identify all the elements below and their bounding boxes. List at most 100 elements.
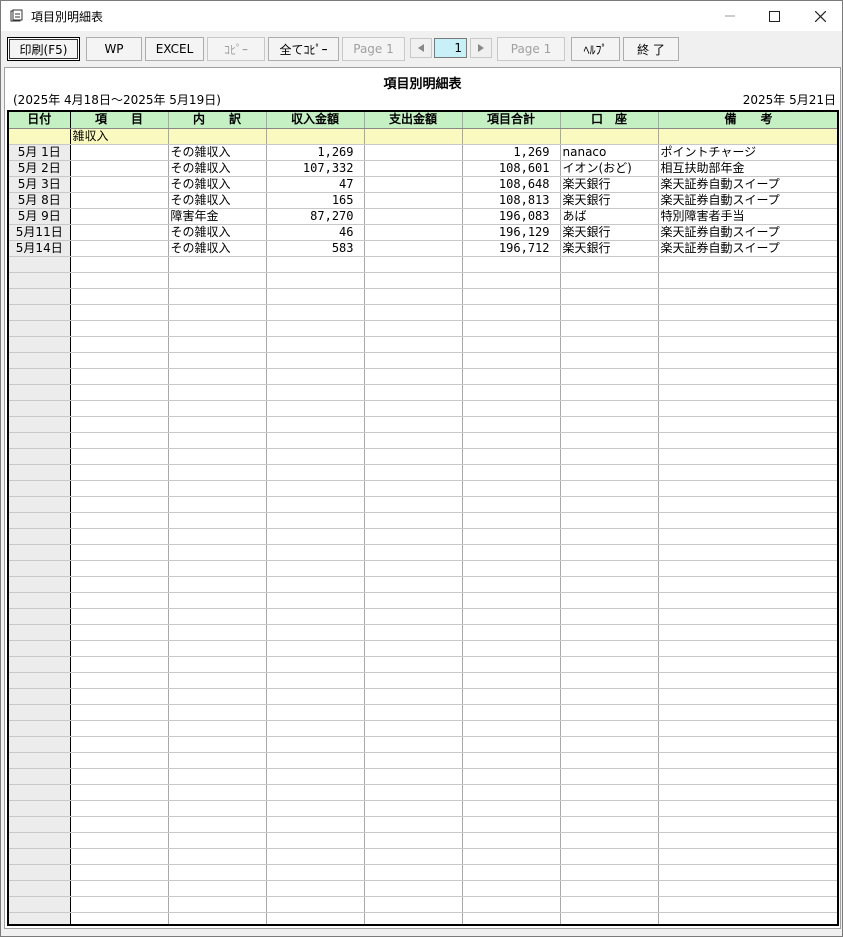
cell-date[interactable]: 5月 2日 — [9, 160, 71, 177]
cell-expense[interactable] — [364, 512, 463, 529]
cell-account[interactable] — [560, 848, 659, 865]
cell-breakdown[interactable] — [168, 592, 267, 609]
cell-expense[interactable] — [364, 320, 463, 337]
cell-date[interactable] — [9, 624, 71, 641]
cell-date[interactable] — [9, 480, 71, 497]
cell-expense[interactable] — [364, 256, 463, 273]
cell-date[interactable] — [9, 320, 71, 337]
cell-note[interactable] — [658, 848, 837, 865]
empty-row[interactable] — [9, 864, 837, 881]
cell-breakdown[interactable]: その雑収入 — [168, 240, 267, 257]
cell-income[interactable]: 165 — [266, 192, 365, 209]
table-row[interactable]: 5月 1日 その雑収入 1,269 1,269 nanaco ポイントチャージ — [9, 144, 837, 161]
cell-income[interactable] — [266, 496, 365, 513]
cell-income[interactable] — [266, 608, 365, 625]
cell-account[interactable] — [560, 400, 659, 417]
cell-income[interactable] — [266, 352, 365, 369]
cell-expense[interactable] — [364, 192, 463, 209]
table-row[interactable]: 5月 3日 その雑収入 47 108,648 楽天銀行 楽天証券自動スイープ — [9, 176, 837, 193]
cell-income[interactable] — [266, 560, 365, 577]
cell-expense[interactable] — [364, 688, 463, 705]
cell-date[interactable] — [9, 816, 71, 833]
cell-expense[interactable] — [364, 672, 463, 689]
cell-income[interactable] — [266, 688, 365, 705]
cell-item[interactable] — [70, 800, 169, 817]
cell-breakdown[interactable] — [168, 560, 267, 577]
cell-expense[interactable] — [364, 880, 463, 897]
cell-note[interactable] — [658, 880, 837, 897]
cell-total[interactable] — [462, 608, 561, 625]
cell-note[interactable] — [658, 720, 837, 737]
cell-total[interactable] — [462, 752, 561, 769]
cell-expense[interactable] — [364, 608, 463, 625]
cell-total[interactable] — [462, 304, 561, 321]
empty-row[interactable] — [9, 320, 837, 337]
cell-breakdown[interactable]: その雑収入 — [168, 192, 267, 209]
cell-breakdown[interactable] — [168, 880, 267, 897]
cell-account[interactable] — [560, 528, 659, 545]
table-row[interactable]: 5月 8日 その雑収入 165 108,813 楽天銀行 楽天証券自動スイープ — [9, 192, 837, 209]
cell-breakdown[interactable] — [168, 304, 267, 321]
empty-row[interactable] — [9, 816, 837, 833]
cell-income[interactable] — [266, 896, 365, 913]
cell-total[interactable] — [462, 656, 561, 673]
cell-note[interactable]: 特別障害者手当 — [658, 208, 837, 225]
cell-total[interactable] — [462, 256, 561, 273]
cell-date[interactable] — [9, 656, 71, 673]
empty-row[interactable] — [9, 672, 837, 689]
cell-income[interactable] — [266, 368, 365, 385]
cell-breakdown[interactable] — [168, 640, 267, 657]
cell-note[interactable] — [658, 816, 837, 833]
cell-breakdown[interactable] — [168, 656, 267, 673]
cell-date[interactable] — [9, 336, 71, 353]
cell-total[interactable] — [462, 880, 561, 897]
empty-row[interactable] — [9, 416, 837, 433]
cell-total[interactable] — [462, 864, 561, 881]
cell-date[interactable] — [9, 416, 71, 433]
cell-account[interactable] — [560, 656, 659, 673]
print-button[interactable]: 印刷(F5) — [7, 37, 80, 61]
cell-note[interactable] — [658, 800, 837, 817]
cell-date[interactable] — [9, 864, 71, 881]
header-date[interactable]: 日付 — [9, 112, 71, 129]
cell-date[interactable] — [9, 352, 71, 369]
cell-account[interactable] — [560, 640, 659, 657]
cell-date[interactable]: 5月 1日 — [9, 144, 71, 161]
cell-income[interactable] — [266, 320, 365, 337]
cell-total[interactable] — [462, 528, 561, 545]
cell-note[interactable] — [658, 400, 837, 417]
empty-row[interactable] — [9, 912, 837, 924]
cell-breakdown[interactable] — [168, 400, 267, 417]
cell-income[interactable]: 46 — [266, 224, 365, 241]
cell-expense[interactable] — [364, 304, 463, 321]
cell-item[interactable] — [70, 864, 169, 881]
cell-account[interactable]: 楽天銀行 — [560, 176, 659, 193]
cell-item[interactable] — [70, 816, 169, 833]
cell-note[interactable] — [658, 384, 837, 401]
page-prev-button[interactable] — [410, 38, 432, 58]
page-next-button[interactable] — [470, 38, 492, 58]
cell-expense[interactable] — [364, 896, 463, 913]
cell-item[interactable] — [70, 176, 169, 193]
cell-breakdown[interactable] — [168, 128, 267, 145]
cell-income[interactable]: 107,332 — [266, 160, 365, 177]
wp-button[interactable]: WP — [86, 37, 142, 61]
cell-date[interactable]: 5月11日 — [9, 224, 71, 241]
cell-account[interactable] — [560, 592, 659, 609]
cell-item[interactable] — [70, 656, 169, 673]
cell-total[interactable] — [462, 896, 561, 913]
cell-expense[interactable] — [364, 704, 463, 721]
empty-row[interactable] — [9, 624, 837, 641]
maximize-button[interactable] — [751, 1, 797, 31]
cell-total[interactable] — [462, 368, 561, 385]
excel-button[interactable]: EXCEL — [145, 37, 204, 61]
cell-date[interactable]: 5月 3日 — [9, 176, 71, 193]
cell-note[interactable] — [658, 832, 837, 849]
cell-date[interactable] — [9, 688, 71, 705]
cell-date[interactable] — [9, 592, 71, 609]
cell-item[interactable] — [70, 608, 169, 625]
cell-breakdown[interactable] — [168, 672, 267, 689]
empty-row[interactable] — [9, 480, 837, 497]
cell-account[interactable] — [560, 688, 659, 705]
cell-note[interactable]: 相互扶助部年金 — [658, 160, 837, 177]
